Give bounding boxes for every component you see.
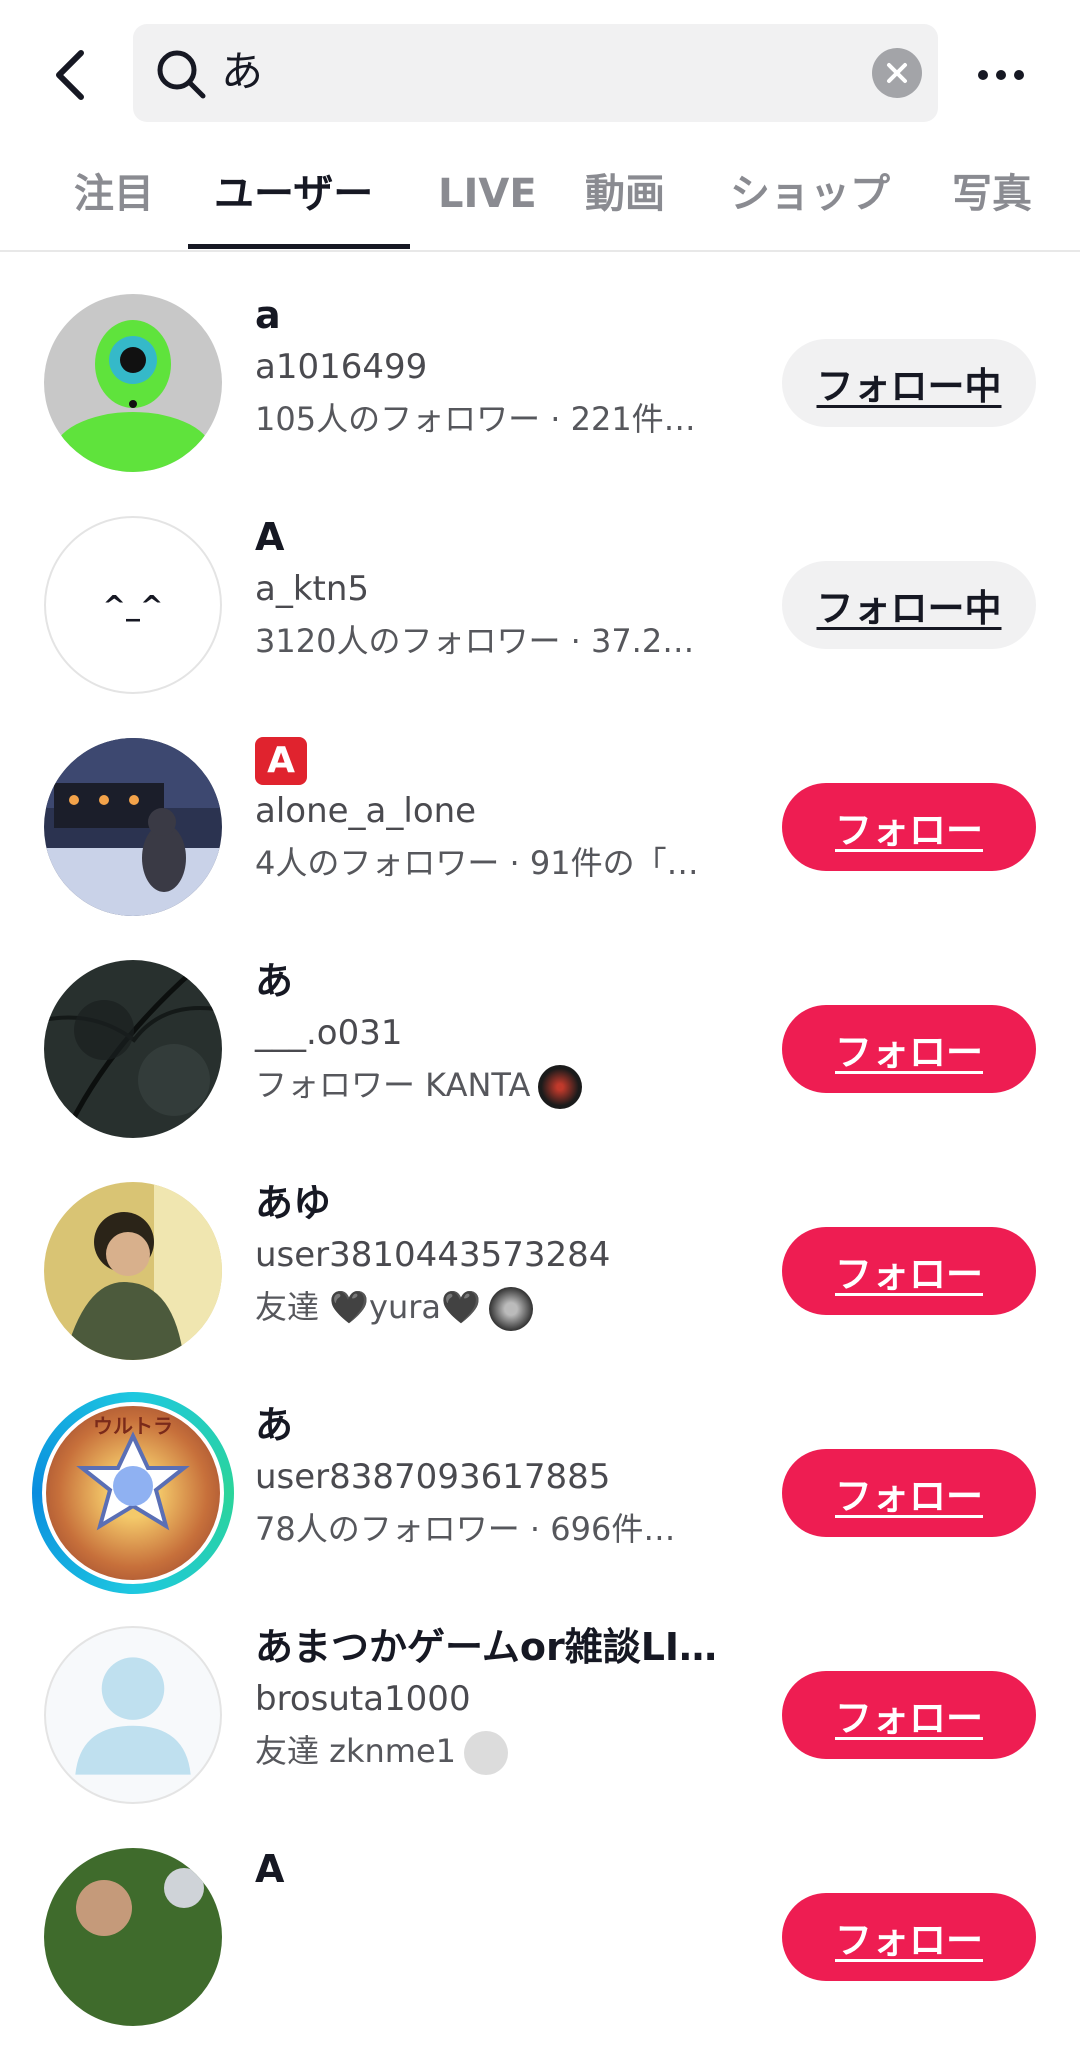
more-horizontal-icon (978, 70, 1024, 80)
user-meta: 友達 zknme1 (255, 1726, 509, 1776)
user-meta: 3120人のフォロワー · 37.2… (255, 622, 695, 660)
search-icon (157, 50, 206, 99)
follow-button[interactable]: フォロー (782, 1227, 1036, 1315)
mutual-text: 友達 🖤yura🖤 (255, 1288, 481, 1326)
mutual-avatar (538, 1065, 583, 1109)
avatar[interactable] (44, 1182, 222, 1360)
tab-shop[interactable]: ショップ (730, 166, 890, 222)
user-name: a (255, 293, 281, 337)
avatar[interactable] (44, 738, 222, 916)
user-meta: 友達 🖤yura🖤 (255, 1282, 533, 1332)
user-meta: 105人のフォロワー · 221件… (255, 400, 696, 438)
user-handle: user8387093617885 (255, 1457, 611, 1497)
back-button[interactable] (36, 40, 106, 110)
avatar-story-ring[interactable]: ウルトラ (32, 1392, 234, 1594)
user-row[interactable]: あまつかゲームor雑談LI… brosuta1000 友達 zknme1 フォロ… (0, 1625, 1080, 1848)
user-handle: user3810443573284 (255, 1235, 611, 1275)
user-handle: brosuta1000 (255, 1679, 471, 1719)
top-bar: あ (0, 0, 1080, 148)
user-handle: a1016499 (255, 347, 428, 387)
search-input[interactable]: あ (133, 24, 938, 122)
avatar-badge-text: ウルトラ (93, 1414, 173, 1438)
user-row[interactable]: あ ___.o031 フォロワー KANTA フォロー (0, 959, 1080, 1182)
user-row[interactable]: A alone_a_lone 4人のフォロワー · 91件の「… フォロー (0, 737, 1080, 960)
active-tab-indicator (188, 244, 410, 249)
tab-videos[interactable]: 動画 (585, 166, 665, 222)
follow-button[interactable]: フォロー (782, 1449, 1036, 1537)
tab-users[interactable]: ユーザー (214, 166, 373, 222)
user-handle: alone_a_lone (255, 791, 477, 831)
follow-button[interactable]: フォロー (782, 1671, 1036, 1759)
user-name: A (255, 515, 285, 559)
mutual-text: 友達 zknme1 (255, 1732, 457, 1770)
user-meta: 4人のフォロワー · 91件の「… (255, 844, 699, 882)
user-name: A (255, 732, 307, 786)
user-handle: ___.o031 (255, 1013, 403, 1053)
search-tabs: 注目 ユーザー LIVE 動画 ショップ 写真 (0, 150, 1080, 252)
user-name: あ (255, 959, 294, 1003)
user-name: あまつかゲームor雑談LI… (255, 1625, 718, 1669)
user-meta: フォロワー KANTA (255, 1060, 583, 1110)
tab-photos[interactable]: 写真 (952, 166, 1032, 222)
avatar[interactable] (44, 294, 222, 472)
follow-button[interactable]: フォロー (782, 783, 1036, 871)
clear-search-button[interactable] (872, 48, 922, 98)
avatar-face-text: ^_^ (102, 588, 164, 622)
mutual-avatar (488, 1287, 533, 1331)
a-button-emoji: A (255, 737, 307, 785)
search-query: あ (221, 47, 264, 96)
tab-featured[interactable]: 注目 (74, 166, 154, 222)
mutual-avatar (464, 1731, 509, 1775)
user-handle: a_ktn5 (255, 569, 370, 609)
avatar[interactable] (44, 960, 222, 1138)
user-name: あ (255, 1403, 294, 1447)
user-name: あゆ (255, 1181, 332, 1225)
user-row[interactable]: ウルトラ あ user8387093617885 78人のフォロワー · 696… (0, 1392, 1080, 1626)
user-row[interactable]: あゆ user3810443573284 友達 🖤yura🖤 フォロー (0, 1181, 1080, 1404)
close-icon (887, 63, 907, 83)
user-name: A (255, 1847, 285, 1891)
avatar[interactable] (44, 1848, 222, 2026)
avatar[interactable]: ^_^ (44, 516, 222, 694)
user-meta: 78人のフォロワー · 696件… (255, 1510, 676, 1548)
avatar[interactable] (44, 1626, 222, 1804)
follow-button[interactable]: フォロー (782, 1893, 1036, 1981)
mutual-text: フォロワー KANTA (255, 1066, 531, 1104)
chevron-left-icon (56, 50, 84, 100)
following-button[interactable]: フォロー中 (782, 339, 1036, 427)
user-row[interactable]: ^_^ A a_ktn5 3120人のフォロワー · 37.2… フォロー中 (0, 515, 1080, 738)
following-button[interactable]: フォロー中 (782, 561, 1036, 649)
user-row[interactable]: A フォロー (0, 1847, 1080, 2070)
tab-live[interactable]: LIVE (438, 166, 537, 222)
user-row[interactable]: a a1016499 105人のフォロワー · 221件… フォロー中 (0, 293, 1080, 516)
follow-button[interactable]: フォロー (782, 1005, 1036, 1093)
more-options-button[interactable] (966, 40, 1036, 110)
